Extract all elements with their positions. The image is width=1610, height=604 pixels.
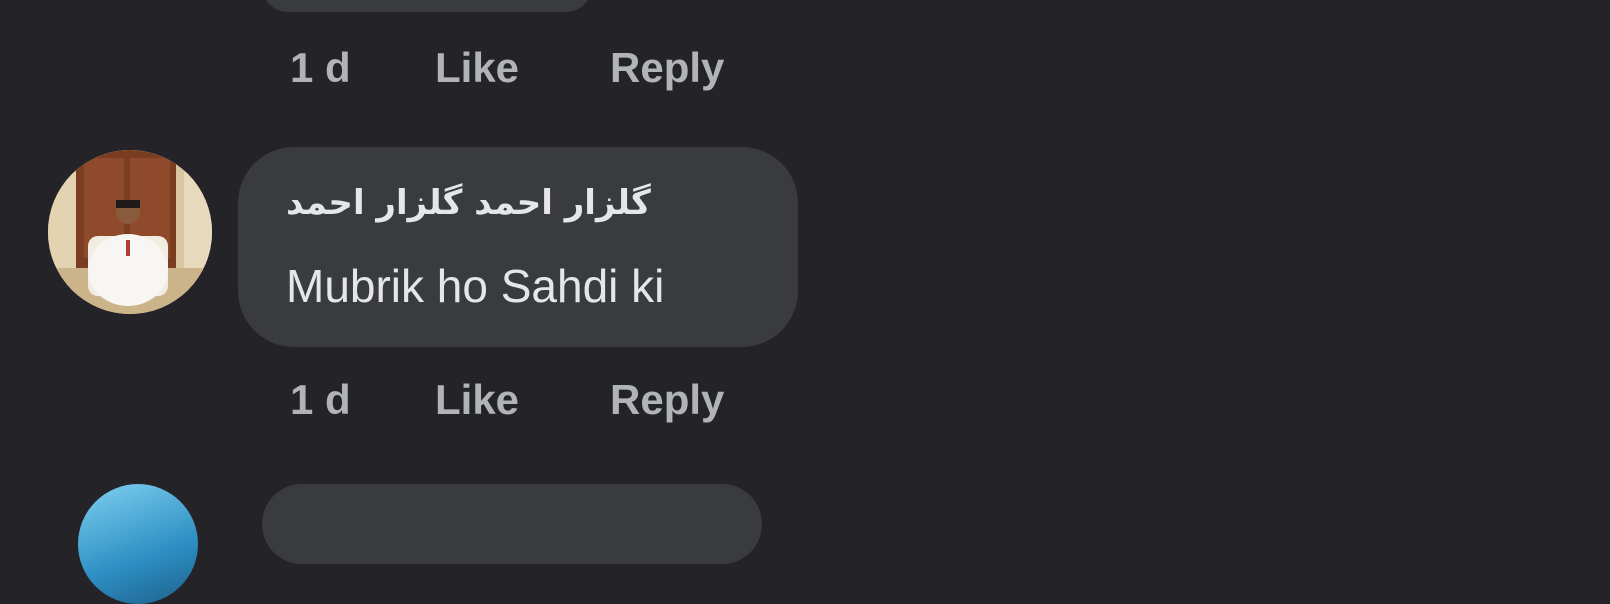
comment-timestamp: 1 d xyxy=(290,44,351,91)
comment-author[interactable]: گلزار احمد گلزار احمد xyxy=(286,183,651,223)
like-button[interactable]: Like xyxy=(435,376,610,424)
comment-text: Mubrik ho Sahdi ki xyxy=(286,260,665,312)
like-button[interactable]: Like xyxy=(435,44,610,92)
reply-button[interactable]: Reply xyxy=(610,376,724,424)
reply-button[interactable]: Reply xyxy=(610,44,724,92)
comment-bubble: گلزار احمد گلزار احمد Mubrik ho Sahdi ki xyxy=(238,147,798,347)
comment-timestamp: 1 d xyxy=(290,376,351,423)
next-comment-avatar[interactable] xyxy=(78,484,198,604)
next-comment-bubble xyxy=(262,484,762,564)
previous-comment-bubble xyxy=(262,0,592,12)
avatar-photo xyxy=(48,150,212,314)
comment-actions: 1 d Like Reply xyxy=(290,372,724,428)
avatar[interactable] xyxy=(48,150,212,314)
comment-actions: 1 d Like Reply xyxy=(290,40,724,96)
